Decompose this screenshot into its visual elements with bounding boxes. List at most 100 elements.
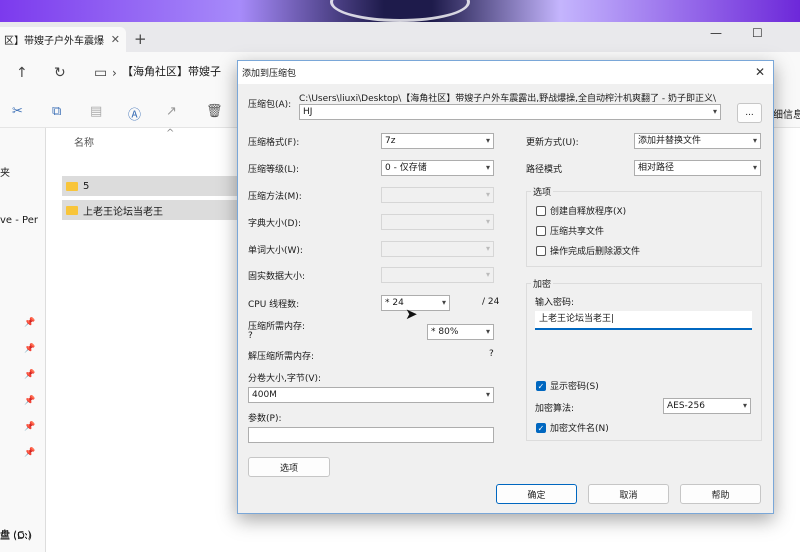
decompress-memory-label: 解压缩所需内存:	[248, 352, 315, 362]
cancel-button[interactable]: 取消	[588, 484, 669, 504]
update-mode-select[interactable]: 添加并替换文件 ▾	[634, 133, 761, 149]
dictionary-select[interactable]: ▾	[381, 214, 494, 230]
list-item[interactable]: 上老王论坛当老王	[62, 200, 242, 220]
cpu-threads-value: * 24	[385, 298, 404, 308]
archive-name-combo[interactable]: HJ ▾	[299, 104, 721, 120]
shared-files-checkbox[interactable]: 压缩共享文件	[536, 224, 604, 237]
monitor-icon[interactable]: ▭	[94, 65, 107, 81]
folder-icon	[66, 181, 78, 191]
chevron-down-icon: ▾	[752, 163, 757, 172]
path-mode-select[interactable]: 相对路径 ▾	[634, 160, 761, 176]
help-button[interactable]: 帮助	[680, 484, 761, 504]
options-group-title: 选项	[531, 185, 554, 198]
decompress-memory-value: ?	[489, 349, 494, 359]
rename-icon[interactable]: Ⓐ	[128, 104, 141, 123]
checkmark-icon: ✓	[536, 380, 546, 391]
refresh-icon[interactable]: ↻	[54, 65, 66, 81]
level-value: 0 - 仅存储	[385, 163, 427, 173]
method-label: 压缩方法(M):	[248, 192, 302, 202]
chevron-down-icon: ▾	[485, 390, 490, 399]
share-icon[interactable]: ↗	[166, 104, 177, 119]
level-label: 压缩等级(L):	[248, 165, 300, 175]
method-select[interactable]: ▾	[381, 187, 494, 203]
checkbox-box	[536, 205, 546, 216]
desktop-wallpaper	[0, 0, 800, 22]
parameters-input[interactable]	[248, 427, 494, 443]
split-size-combo[interactable]: 400M ▾	[248, 387, 494, 403]
close-icon[interactable]: ✕	[755, 65, 765, 79]
encryption-method-value: AES-256	[667, 401, 705, 411]
encryption-method-select[interactable]: AES-256 ▾	[663, 398, 751, 414]
format-label: 压缩格式(F):	[248, 138, 300, 148]
create-sfx-checkbox[interactable]: 创建自释放程序(X)	[536, 204, 626, 217]
split-size-value: 400M	[252, 390, 277, 400]
chevron-down-icon: ▾	[485, 190, 490, 199]
delete-icon[interactable]: 🗑	[206, 104, 223, 119]
compress-memory-value: ?	[248, 331, 253, 341]
copy-icon[interactable]: ⧉	[52, 104, 61, 119]
compress-memory-label: 压缩所需内存:	[248, 322, 306, 332]
solid-size-select[interactable]: ▾	[381, 267, 494, 283]
column-header-name[interactable]: 名称	[74, 134, 94, 149]
memory-percent-value: * 80%	[431, 327, 459, 337]
minimize-icon[interactable]: —	[710, 26, 722, 40]
pin-icon: 📌	[24, 422, 36, 432]
pin-icon: 📌	[24, 448, 36, 458]
explorer-tab[interactable]: 区】带嫂子户外车震爆 ✕	[0, 27, 126, 52]
chevron-down-icon: ▾	[752, 136, 757, 145]
up-arrow-icon[interactable]: ↑	[16, 65, 28, 81]
add-to-archive-dialog: 添加到压缩包 ✕ 压缩包(A): C:\Users\liuxi\Desktop\…	[237, 60, 774, 514]
ok-button[interactable]: 确定	[496, 484, 577, 504]
chevron-down-icon: ▾	[485, 327, 490, 336]
archive-label: 压缩包(A):	[248, 100, 292, 110]
shared-files-label: 压缩共享文件	[550, 227, 605, 237]
sidebar-item-folder[interactable]: 夹	[0, 164, 10, 179]
update-mode-value: 添加并替换文件	[638, 136, 702, 146]
paste-icon[interactable]: ▤	[90, 104, 102, 119]
pin-icon: 📌	[24, 370, 36, 380]
cut-icon[interactable]: ✂	[12, 104, 23, 119]
password-value: 上老王论坛当老王	[539, 314, 612, 324]
show-password-checkbox[interactable]: ✓ 显示密码(S)	[536, 379, 599, 392]
details-button[interactable]: 细信息	[773, 106, 800, 121]
sidebar-item-onedrive[interactable]: ve - Per	[0, 215, 38, 226]
dialog-title-bar: 添加到压缩包 ✕	[238, 61, 773, 84]
encryption-group-title: 加密	[531, 277, 554, 290]
chevron-down-icon: ▾	[441, 298, 446, 307]
chevron-down-icon: ▾	[485, 217, 490, 226]
new-tab-icon[interactable]: +	[134, 30, 147, 48]
chevron-down-icon: ▾	[485, 136, 490, 145]
delete-source-checkbox[interactable]: 操作完成后删除源文件	[536, 244, 640, 257]
chevron-down-icon: ▾	[485, 163, 490, 172]
breadcrumb[interactable]: 【海角社区】带嫂子	[122, 63, 221, 79]
chevron-down-icon: ▾	[742, 401, 747, 410]
create-sfx-label: 创建自释放程序(X)	[550, 207, 627, 217]
parameters-label: 参数(P):	[248, 414, 282, 424]
maximize-icon[interactable]: ☐	[752, 26, 763, 40]
pin-icon: 📌	[24, 318, 36, 328]
format-select[interactable]: 7z ▾	[381, 133, 494, 149]
password-label: 输入密码:	[535, 298, 575, 308]
show-password-label: 显示密码(S)	[550, 382, 599, 392]
format-value: 7z	[385, 136, 396, 146]
word-size-label: 单词大小(W):	[248, 246, 303, 256]
encrypt-names-checkbox[interactable]: ✓ 加密文件名(N)	[536, 421, 609, 434]
memory-percent-select[interactable]: * 80% ▾	[427, 324, 494, 340]
file-name: 上老王论坛当老王	[83, 206, 163, 218]
list-item[interactable]: 5	[62, 176, 242, 196]
level-select[interactable]: 0 - 仅存储 ▾	[381, 160, 494, 176]
word-size-select[interactable]: ▾	[381, 241, 494, 257]
mouse-pointer-icon: ➤	[405, 305, 418, 323]
dialog-title: 添加到压缩包	[242, 69, 297, 79]
browse-button[interactable]: ...	[737, 103, 762, 123]
close-tab-icon[interactable]: ✕	[111, 33, 120, 46]
chevron-down-icon: ▾	[485, 244, 490, 253]
checkmark-icon: ✓	[536, 422, 546, 433]
cpu-threads-label: CPU 线程数:	[248, 300, 300, 310]
pin-icon: 📌	[24, 344, 36, 354]
delete-source-label: 操作完成后删除源文件	[550, 247, 641, 257]
password-input[interactable]: 上老王论坛当老王|	[535, 311, 752, 330]
solid-size-label: 固实数据大小:	[248, 272, 306, 282]
options-button[interactable]: 选项	[248, 457, 330, 477]
sidebar-item-drive-d[interactable]: 盘 (D:)	[0, 527, 32, 542]
